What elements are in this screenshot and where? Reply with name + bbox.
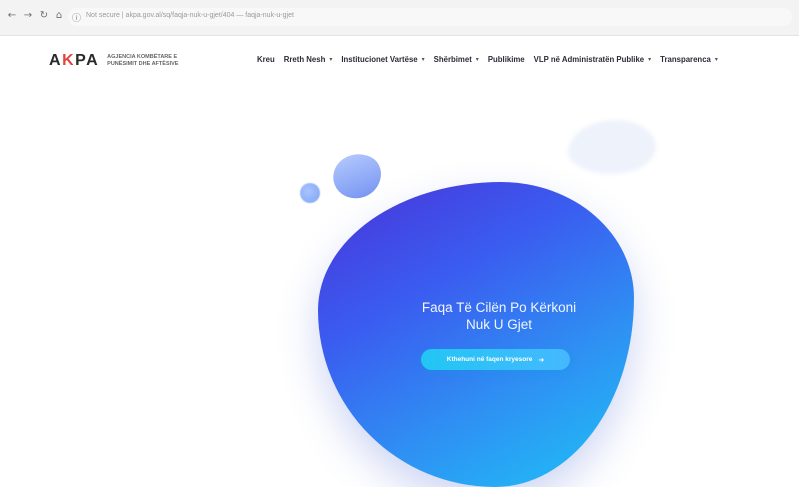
decorative-bubble-medium (326, 145, 388, 207)
decorative-blob-faint (568, 120, 656, 174)
site-header: AKPA Agjencia Kombëtare e Punësimit dhe … (0, 36, 799, 88)
url-text[interactable]: Not secure | akpa.gov.al/sq/faqja-nuk-u-… (86, 12, 294, 19)
reload-icon[interactable]: ↻ (38, 10, 50, 22)
address-bar[interactable]: ⓘ Not secure | akpa.gov.al/sq/faqja-nuk-… (68, 8, 792, 26)
chevron-down-icon: ▾ (329, 56, 333, 63)
chevron-down-icon: ▾ (475, 56, 479, 63)
back-icon[interactable]: ← (6, 10, 18, 22)
error-blob-background (318, 182, 634, 487)
browser-toolbar: ← → ↻ ⌂ ⓘ Not secure | akpa.gov.al/sq/fa… (0, 0, 799, 36)
home-icon[interactable]: ⌂ (53, 10, 65, 22)
arrow-right-icon: ➜ (538, 355, 545, 364)
nav-item-institucionet-vartese[interactable]: Institucionet Vartëse ▾ (341, 55, 424, 64)
logo-wordmark: AKPA (49, 52, 100, 69)
back-to-home-label: Kthehuni në faqen kryesore (446, 356, 533, 363)
forward-icon[interactable]: → (22, 10, 34, 22)
error-heading: Faqa Të Cilën Po Kërkoni Nuk U Gjet (389, 299, 609, 333)
nav-item-sherbimet[interactable]: Shërbimet ▾ (434, 55, 479, 64)
back-to-home-button[interactable]: Kthehuni në faqen kryesore ➜ (421, 349, 570, 370)
main-navigation: Kreu Rreth Nesh ▾ Institucionet Vartëse ▾ … (257, 55, 727, 64)
chevron-down-icon: ▾ (714, 56, 718, 63)
nav-item-publikime[interactable]: Publikime (488, 55, 525, 64)
logo-subtitle: Agjencia Kombëtare e Punësimit dhe Aftës… (107, 54, 179, 67)
chevron-down-icon: ▾ (421, 56, 425, 63)
chevron-down-icon: ▾ (648, 56, 652, 63)
error-heading-line-2: Nuk U Gjet (465, 317, 533, 332)
decorative-bubble-small (300, 183, 320, 203)
site-logo[interactable]: AKPA Agjencia Kombëtare e Punësimit dhe … (49, 50, 197, 72)
nav-item-vlp[interactable]: VLP në Administratën Publike ▾ (534, 55, 652, 64)
nav-item-rreth-nesh[interactable]: Rreth Nesh ▾ (284, 55, 333, 64)
nav-item-transparenca[interactable]: Transparenca ▾ (660, 55, 718, 64)
error-heading-line-1: Faqa Të Cilën Po Kërkoni (421, 300, 577, 315)
info-icon[interactable]: ⓘ (72, 11, 81, 24)
nav-item-kreu[interactable]: Kreu (257, 55, 275, 64)
